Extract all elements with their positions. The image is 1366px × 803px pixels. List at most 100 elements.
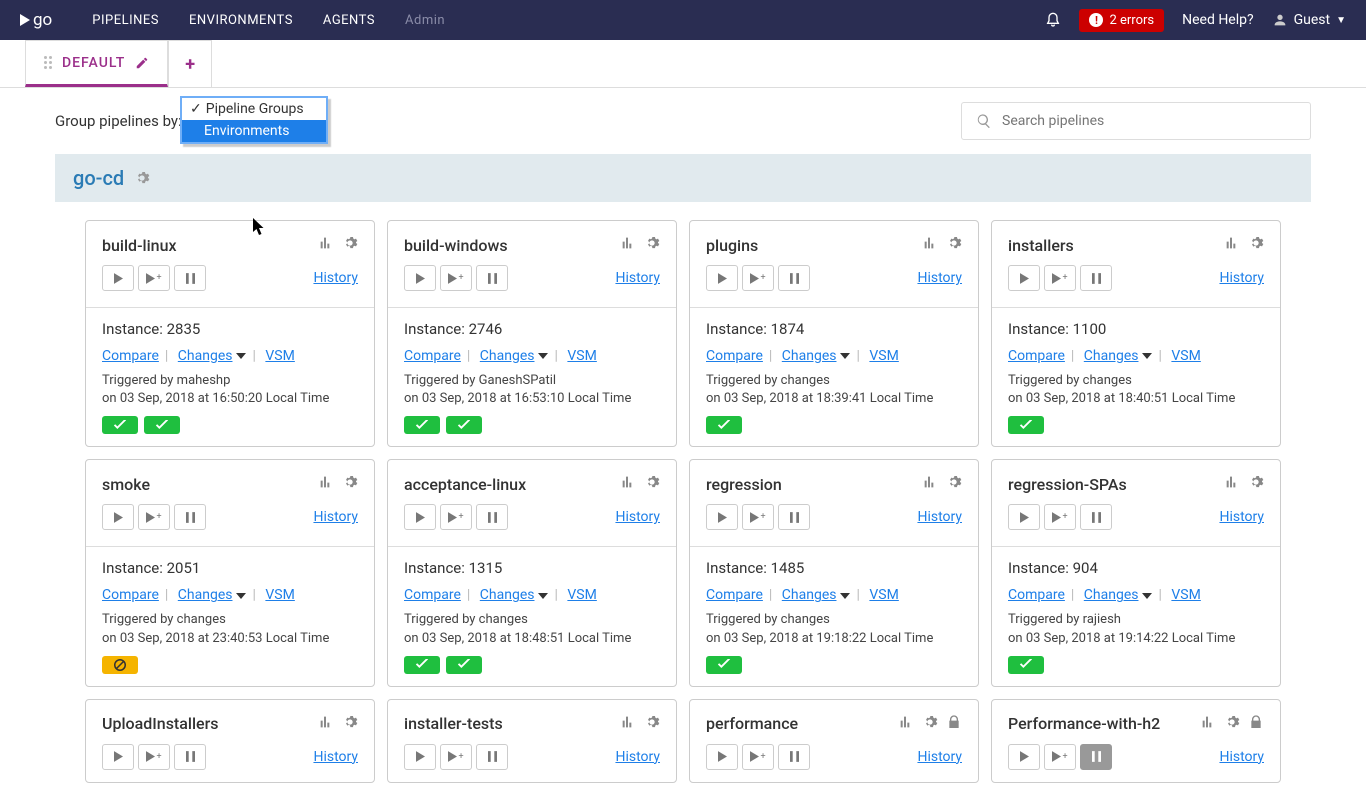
pipeline-name[interactable]: performance [706,714,898,733]
changes-link[interactable]: Changes [480,587,535,603]
changes-link[interactable]: Changes [480,348,535,364]
play-with-options-button[interactable]: + [742,265,774,291]
history-link[interactable]: History [615,509,660,525]
chevron-down-icon[interactable] [840,353,850,359]
gear-icon[interactable] [342,235,358,255]
status-pill[interactable] [102,416,138,434]
status-pill[interactable] [1008,656,1044,674]
vsm-link[interactable]: VSM [265,587,294,603]
compare-link[interactable]: Compare [706,348,763,364]
play-button[interactable] [706,504,738,530]
history-link[interactable]: History [615,749,660,765]
analytics-icon[interactable] [620,474,636,494]
group-by-dropdown[interactable]: Pipeline Groups Environments [180,96,328,144]
chevron-down-icon[interactable] [840,593,850,599]
play-with-options-button[interactable]: + [138,265,170,291]
compare-link[interactable]: Compare [102,587,159,603]
vsm-link[interactable]: VSM [869,587,898,603]
analytics-icon[interactable] [1224,235,1240,255]
analytics-icon[interactable] [620,714,636,734]
pipeline-name[interactable]: regression [706,475,922,494]
play-with-options-button[interactable]: + [1044,504,1076,530]
pause-button[interactable] [174,265,206,291]
pipeline-name[interactable]: UploadInstallers [102,714,318,733]
play-with-options-button[interactable]: + [742,504,774,530]
pause-button[interactable] [174,504,206,530]
gear-icon[interactable] [644,235,660,255]
search-input[interactable] [1002,113,1296,129]
status-pill[interactable] [404,416,440,434]
status-pill[interactable] [144,416,180,434]
tab-default[interactable]: DEFAULT [25,40,168,87]
dropdown-option-pipeline-groups[interactable]: Pipeline Groups [182,98,326,120]
status-pill[interactable] [446,416,482,434]
status-pill[interactable] [706,416,742,434]
pause-button[interactable] [174,744,206,770]
analytics-icon[interactable] [898,714,914,734]
gear-icon[interactable] [946,235,962,255]
add-tab-button[interactable]: + [168,40,212,87]
changes-link[interactable]: Changes [1084,348,1139,364]
pause-button[interactable] [778,504,810,530]
help-link[interactable]: Need Help? [1182,12,1254,28]
play-button[interactable] [102,504,134,530]
play-with-options-button[interactable]: + [138,504,170,530]
pause-button[interactable] [476,744,508,770]
dropdown-option-environments[interactable]: Environments [182,120,326,142]
compare-link[interactable]: Compare [404,348,461,364]
gear-icon[interactable] [342,714,358,734]
history-link[interactable]: History [313,509,358,525]
pipeline-name[interactable]: smoke [102,475,318,494]
pause-button[interactable] [1080,504,1112,530]
compare-link[interactable]: Compare [404,587,461,603]
gear-icon[interactable] [134,170,150,186]
changes-link[interactable]: Changes [1084,587,1139,603]
pipeline-name[interactable]: installers [1008,236,1224,255]
play-with-options-button[interactable]: + [742,744,774,770]
pause-button[interactable] [778,265,810,291]
user-menu[interactable]: Guest ▼ [1272,12,1346,28]
play-button[interactable] [1008,744,1040,770]
gear-icon[interactable] [1224,714,1240,734]
vsm-link[interactable]: VSM [1171,587,1200,603]
history-link[interactable]: History [1219,270,1264,286]
gear-icon[interactable] [644,474,660,494]
analytics-icon[interactable] [318,714,334,734]
analytics-icon[interactable] [318,474,334,494]
gear-icon[interactable] [342,474,358,494]
changes-link[interactable]: Changes [782,587,837,603]
play-button[interactable] [1008,265,1040,291]
history-link[interactable]: History [313,270,358,286]
nav-admin[interactable]: Admin [405,13,445,28]
history-link[interactable]: History [1219,509,1264,525]
vsm-link[interactable]: VSM [1171,348,1200,364]
pencil-icon[interactable] [135,56,149,70]
play-with-options-button[interactable]: + [440,504,472,530]
status-pill[interactable] [446,656,482,674]
chevron-down-icon[interactable] [236,593,246,599]
gear-icon[interactable] [1248,235,1264,255]
pipeline-name[interactable]: acceptance-linux [404,475,620,494]
compare-link[interactable]: Compare [102,348,159,364]
vsm-link[interactable]: VSM [869,348,898,364]
pipeline-name[interactable]: plugins [706,236,922,255]
group-name[interactable]: go-cd [73,166,124,190]
pause-button[interactable] [476,504,508,530]
gear-icon[interactable] [946,474,962,494]
gear-icon[interactable] [644,714,660,734]
status-pill[interactable] [102,656,138,674]
compare-link[interactable]: Compare [1008,587,1065,603]
play-with-options-button[interactable]: + [440,744,472,770]
play-with-options-button[interactable]: + [1044,265,1076,291]
logo[interactable]: go [20,10,52,30]
changes-link[interactable]: Changes [178,587,233,603]
pipeline-name[interactable]: build-windows [404,236,620,255]
pipeline-name[interactable]: Performance-with-h2 [1008,714,1200,733]
play-button[interactable] [404,265,436,291]
play-with-options-button[interactable]: + [440,265,472,291]
play-button[interactable] [102,265,134,291]
play-with-options-button[interactable]: + [1044,744,1076,770]
pause-button[interactable] [778,744,810,770]
chevron-down-icon[interactable] [1142,353,1152,359]
chevron-down-icon[interactable] [538,353,548,359]
